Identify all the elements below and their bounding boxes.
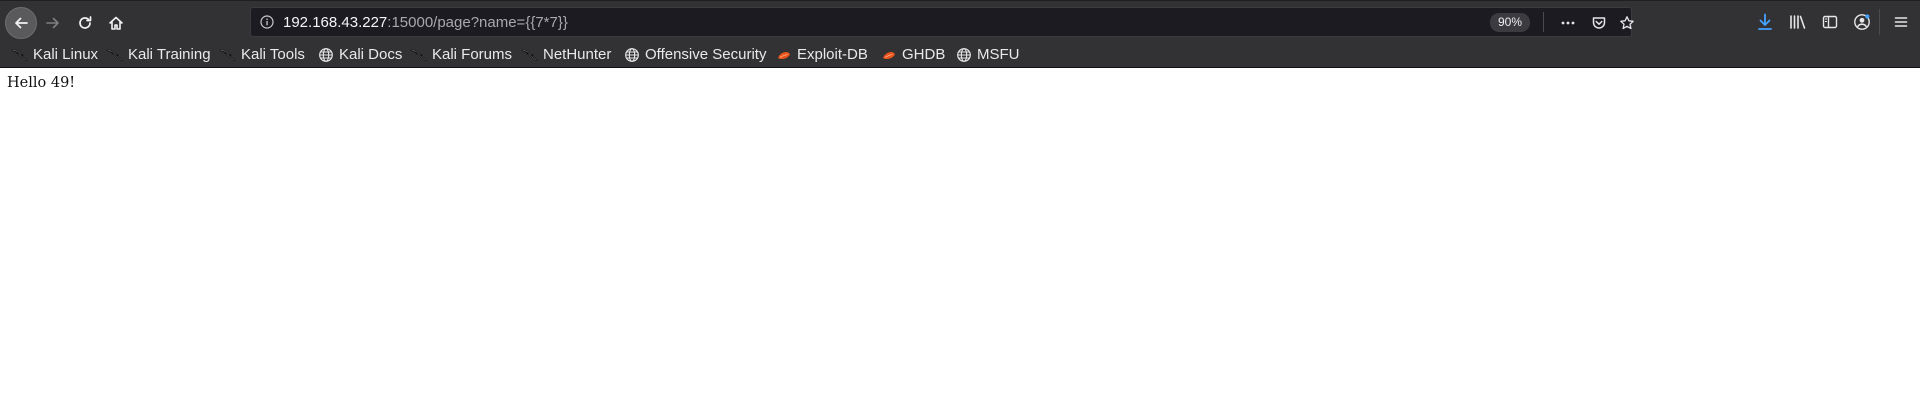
library-icon [1790, 15, 1806, 29]
bookmark-nethunter[interactable]: NetHunter [519, 44, 614, 66]
url-path: :15000/page?name={{7*7}} [387, 14, 568, 31]
kali-dragon-icon [12, 47, 28, 63]
bookmark-label: GHDB [902, 46, 946, 63]
page-actions-button[interactable] [1556, 11, 1580, 35]
exploit-db-icon [881, 47, 897, 63]
bookmark-label: NetHunter [543, 46, 612, 63]
kali-dragon-icon [220, 47, 236, 63]
sidebar-icon [1822, 15, 1838, 29]
bookmark-kali-docs[interactable]: Kali Docs [315, 44, 405, 66]
app-menu-button[interactable] [1888, 10, 1914, 34]
bookmark-kali-training[interactable]: Kali Training [104, 44, 214, 66]
bookmark-kali-linux[interactable]: Kali Linux [9, 44, 101, 66]
forward-button[interactable] [38, 8, 68, 38]
bookmark-kali-forums[interactable]: Kali Forums [408, 44, 515, 66]
bookmark-ghdb[interactable]: GHDB [878, 44, 948, 66]
bookmark-label: Kali Training [128, 46, 211, 63]
globe-icon [318, 47, 334, 63]
ellipsis-icon [1561, 21, 1575, 25]
globe-icon [956, 47, 972, 63]
download-arrow-icon [1758, 13, 1772, 30]
kali-dragon-icon [107, 47, 123, 63]
home-icon [109, 16, 123, 30]
bookmark-label: MSFU [977, 46, 1020, 63]
bookmark-label: Kali Linux [33, 46, 99, 63]
bookmark-label: Kali Forums [432, 46, 513, 63]
pocket-button[interactable] [1587, 11, 1611, 35]
star-icon [1620, 16, 1634, 30]
url-bar-divider [1543, 12, 1544, 32]
reload-button[interactable] [70, 8, 100, 38]
bookmark-kali-tools[interactable]: Kali Tools [217, 44, 308, 66]
navigation-toolbar: 192.168.43.227:15000/page?name={{7*7}} 9… [0, 0, 1920, 42]
bookmark-msfu[interactable]: MSFU [953, 44, 1023, 66]
browser-window: 192.168.43.227:15000/page?name={{7*7}} 9… [0, 0, 1920, 417]
bookmark-exploit-db[interactable]: Exploit-DB [773, 44, 871, 66]
page-content: Hello 49! [0, 69, 1920, 417]
page-body-text: Hello 49! [7, 75, 76, 91]
zoom-indicator[interactable]: 90% [1490, 13, 1530, 32]
url-text[interactable]: 192.168.43.227:15000/page?name={{7*7}} [283, 14, 568, 32]
reload-icon [79, 16, 92, 29]
url-bar[interactable]: 192.168.43.227:15000/page?name={{7*7}} 9… [250, 7, 1634, 37]
globe-icon [624, 47, 640, 63]
bookmarks-toolbar: Kali Linux Kali Training Kali Tools Kali… [0, 42, 1920, 68]
toolbar-divider [1879, 9, 1880, 35]
arrow-left-icon [15, 17, 28, 29]
bookmark-label: Offensive Security [645, 46, 767, 63]
back-button[interactable] [5, 7, 37, 39]
bookmark-label: Kali Tools [241, 46, 305, 63]
library-button[interactable] [1785, 10, 1811, 34]
bookmark-offensive-security[interactable]: Offensive Security [621, 44, 769, 66]
bookmark-star-button[interactable] [1615, 11, 1639, 35]
sidebar-button[interactable] [1817, 10, 1843, 34]
account-button[interactable] [1849, 10, 1875, 34]
kali-dragon-icon [522, 47, 538, 63]
exploit-db-icon [776, 47, 792, 63]
hamburger-menu-icon [1894, 17, 1908, 27]
url-host: 192.168.43.227 [283, 14, 388, 31]
downloads-button[interactable] [1752, 10, 1778, 34]
arrow-right-icon [46, 17, 59, 29]
pocket-icon [1592, 17, 1606, 29]
bookmark-label: Kali Docs [339, 46, 403, 63]
info-icon[interactable] [260, 15, 274, 34]
kali-dragon-icon [411, 47, 427, 63]
bookmark-label: Exploit-DB [797, 46, 868, 63]
account-icon [1854, 14, 1870, 30]
home-button[interactable] [101, 8, 131, 38]
